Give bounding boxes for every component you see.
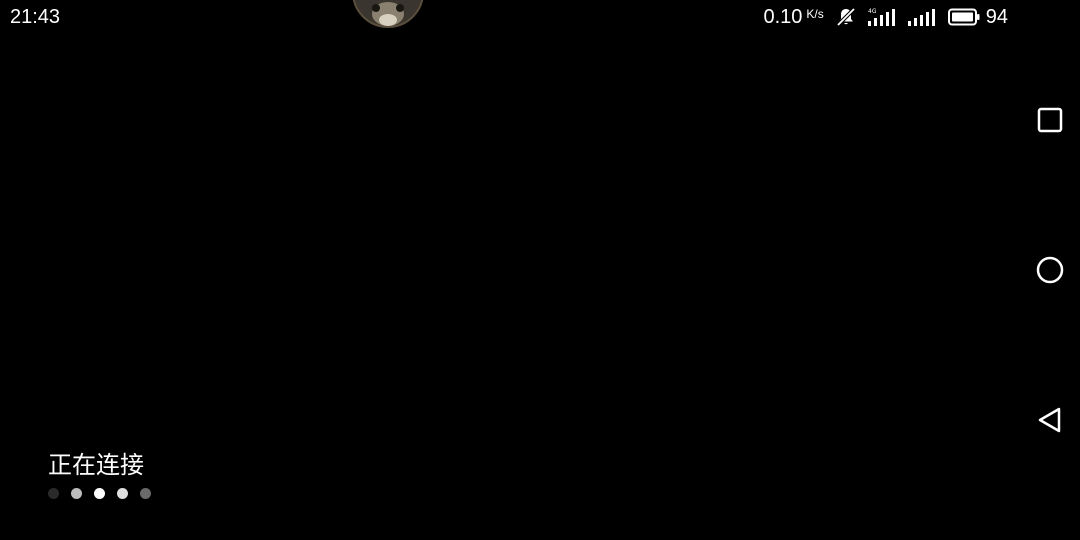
- notifications-muted-icon: [836, 7, 856, 27]
- loading-indicator: [48, 488, 163, 499]
- recents-button[interactable]: [1034, 104, 1066, 136]
- loading-dot: [94, 488, 105, 499]
- screen: 21:43 0.10 K/s 4G 94 正在连接: [0, 0, 1080, 540]
- loading-dot: [117, 488, 128, 499]
- signal-4g-icon: 4G: [867, 7, 896, 27]
- home-button[interactable]: [1034, 254, 1066, 286]
- network-speed-unit: K/s: [806, 7, 824, 21]
- network-type-label: 4G: [868, 8, 877, 15]
- status-icons: 0.10 K/s 4G 94: [763, 4, 1008, 30]
- avatar-image: [354, 0, 422, 26]
- battery-icon: [947, 8, 980, 26]
- loading-dot: [48, 488, 59, 499]
- status-bar: 21:43 0.10 K/s 4G 94: [0, 0, 1020, 34]
- battery-level: 94: [985, 6, 1008, 28]
- navigation-bar: [1020, 0, 1080, 540]
- loading-dot: [71, 488, 82, 499]
- signal-icon: [907, 7, 936, 27]
- square-icon: [1037, 107, 1063, 133]
- connecting-label: 正在连接: [48, 451, 144, 479]
- connection-status: 正在连接: [48, 450, 163, 499]
- network-speed: 0.10: [763, 6, 803, 28]
- loading-dot: [140, 488, 151, 499]
- circle-icon: [1036, 256, 1064, 284]
- back-triangle-icon: [1038, 407, 1061, 433]
- avatar[interactable]: [352, 0, 424, 28]
- clock: 21:43: [10, 6, 61, 28]
- back-button[interactable]: [1034, 404, 1066, 436]
